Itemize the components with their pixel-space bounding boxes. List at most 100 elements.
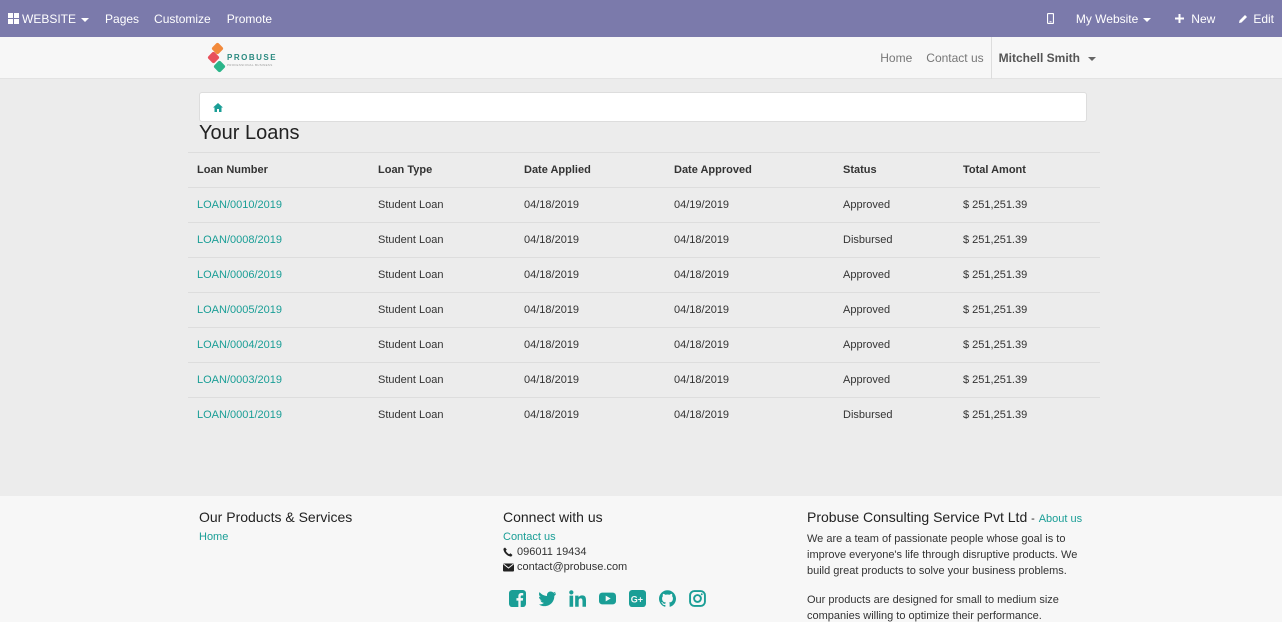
footer-company: Probuse Consulting Service Pvt Ltd - Abo… [807,496,1092,622]
footer: Our Products & Services Home Connect wit… [0,496,1282,622]
loan-number-link[interactable]: LOAN/0003/2019 [197,374,282,386]
date-applied-cell: 04/18/2019 [515,187,665,223]
col-header-date-applied: Date Applied [515,152,665,188]
loan-type-cell: Student Loan [369,187,515,223]
footer-products-title: Our Products & Services [199,509,353,525]
nav-home[interactable]: Home [873,51,919,65]
new-button[interactable]: New [1175,0,1215,37]
home-icon[interactable] [213,103,223,112]
envelope-icon [503,563,514,571]
total-amount-cell: $ 251,251.39 [954,292,1100,328]
table-row: LOAN/0005/2019 Student Loan 04/18/2019 04/1… [188,292,1100,328]
status-cell: Approved [834,257,954,293]
promote-menu[interactable]: Promote [227,0,272,37]
date-applied-cell: 04/18/2019 [515,362,665,398]
footer-connect: Connect with us Contact us 096011 19434 … [503,496,783,608]
footer-contact-link[interactable]: Contact us [503,531,556,543]
col-header-status: Status [834,152,954,188]
main-nav: Home Contact us Mitchell Smith [873,37,1096,79]
pages-menu[interactable]: Pages [105,0,139,37]
svg-text:G+: G+ [631,594,643,604]
col-header-total-amount: Total Amont [954,152,1100,188]
user-name: Mitchell Smith [998,51,1080,65]
twitter-icon[interactable] [538,589,557,608]
my-website-label: My Website [1075,11,1139,26]
phone-icon [503,547,513,557]
table-row: LOAN/0003/2019 Student Loan 04/18/2019 04/1… [188,362,1100,398]
mobile-preview-button[interactable] [1046,0,1054,37]
date-approved-cell: 04/18/2019 [665,397,834,433]
chevron-down-icon [1143,17,1152,22]
pencil-icon [1239,14,1248,23]
instagram-icon[interactable] [688,589,707,608]
table-row: LOAN/0008/2019 Student Loan 04/18/2019 04/1… [188,222,1100,258]
customize-menu[interactable]: Customize [154,0,211,37]
loan-number-link[interactable]: LOAN/0010/2019 [197,199,282,211]
loan-number-cell: LOAN/0004/2019 [188,327,369,363]
footer-company-title: Probuse Consulting Service Pvt Ltd - Abo… [807,509,1092,525]
date-approved-cell: 04/18/2019 [665,327,834,363]
status-cell: Disbursed [834,222,954,258]
loan-number-cell: LOAN/0010/2019 [188,187,369,223]
date-applied-cell: 04/18/2019 [515,397,665,433]
date-applied-cell: 04/18/2019 [515,327,665,363]
website-menu[interactable]: WEBSITE [0,0,90,37]
loan-number-cell: LOAN/0003/2019 [188,362,369,398]
status-cell: Approved [834,187,954,223]
facebook-icon[interactable] [508,589,527,608]
github-icon[interactable] [658,589,677,608]
chevron-down-icon [81,17,90,22]
table-row: LOAN/0006/2019 Student Loan 04/18/2019 04/1… [188,257,1100,293]
pages-label: Pages [105,11,140,26]
website-menu-label: WEBSITE [22,11,77,26]
date-approved-cell: 04/18/2019 [665,292,834,328]
company-description: We are a team of passionate people whose… [807,533,1078,577]
date-applied-cell: 04/18/2019 [515,257,665,293]
breadcrumb [199,92,1087,122]
edit-label: Edit [1253,11,1274,26]
date-applied-cell: 04/18/2019 [515,222,665,258]
edit-button[interactable]: Edit [1238,0,1274,37]
apps-grid-icon [8,13,19,24]
loan-type-cell: Student Loan [369,397,515,433]
total-amount-cell: $ 251,251.39 [954,362,1100,398]
date-approved-cell: 04/18/2019 [665,222,834,258]
status-cell: Approved [834,362,954,398]
google-plus-icon[interactable]: G+ [628,589,647,608]
status-cell: Approved [834,327,954,363]
col-header-date-approved: Date Approved [665,152,834,188]
loan-number-link[interactable]: LOAN/0001/2019 [197,409,282,421]
table-row: LOAN/0004/2019 Student Loan 04/18/2019 04/1… [188,327,1100,363]
loan-type-cell: Student Loan [369,222,515,258]
footer-email: contact@probuse.com [503,561,783,573]
probuse-logo[interactable]: PROBUSE PROFESSIONAL BUSINESS [207,42,276,74]
youtube-icon[interactable] [598,589,617,608]
chevron-down-icon [1088,57,1096,61]
loan-type-cell: Student Loan [369,327,515,363]
loan-number-link[interactable]: LOAN/0004/2019 [197,339,282,351]
user-menu[interactable]: Mitchell Smith [990,37,1096,79]
loan-number-cell: LOAN/0001/2019 [188,397,369,433]
logo-subtext: PROFESSIONAL BUSINESS [227,63,273,67]
customize-label: Customize [154,11,211,26]
date-applied-cell: 04/18/2019 [515,292,665,328]
total-amount-cell: $ 251,251.39 [954,327,1100,363]
loan-number-cell: LOAN/0006/2019 [188,257,369,293]
footer-home-link[interactable]: Home [199,531,228,543]
loan-number-cell: LOAN/0008/2019 [188,222,369,258]
promote-label: Promote [226,11,273,26]
loan-number-link[interactable]: LOAN/0008/2019 [197,234,282,246]
loan-number-link[interactable]: LOAN/0005/2019 [197,304,282,316]
loan-number-link[interactable]: LOAN/0006/2019 [197,269,282,281]
date-approved-cell: 04/18/2019 [665,257,834,293]
my-website-menu[interactable]: My Website [1075,0,1152,37]
status-cell: Disbursed [834,397,954,433]
nav-contact-us[interactable]: Contact us [919,51,990,65]
site-header: PROBUSE PROFESSIONAL BUSINESS Home Conta… [0,37,1282,79]
loan-type-cell: Student Loan [369,257,515,293]
social-links: G+ [508,589,783,608]
footer-connect-title: Connect with us [503,509,603,525]
about-us-link[interactable]: About us [1039,513,1082,525]
col-header-loan-number: Loan Number [188,152,369,188]
linkedin-icon[interactable] [568,589,587,608]
